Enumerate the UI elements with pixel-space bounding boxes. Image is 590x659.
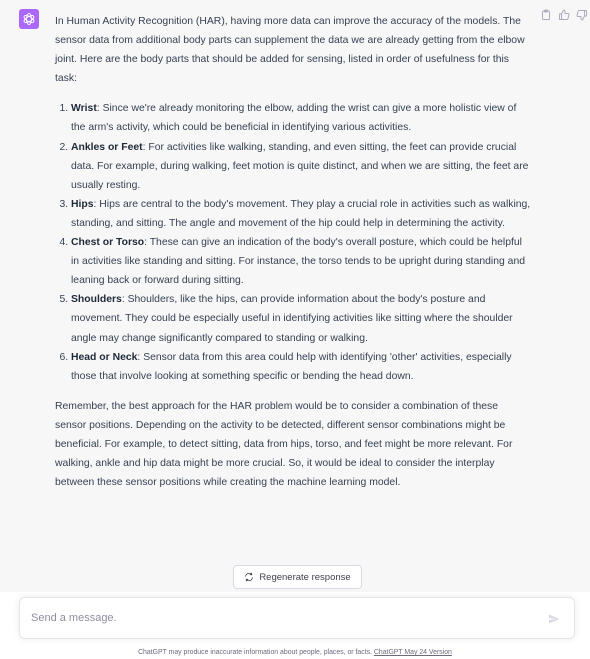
list-item-text: : Shoulders, like the hips, can provide … [71, 294, 513, 344]
footer-disclaimer: ChatGPT may produce inaccurate informati… [0, 649, 590, 656]
regenerate-label: Regenerate response [259, 571, 351, 583]
list-item-title: Ankles or Feet [71, 141, 143, 153]
send-button[interactable] [546, 611, 562, 627]
version-link[interactable]: ChatGPT May 24 Version [374, 649, 452, 656]
list-item: Wrist: Since we're already monitoring th… [71, 99, 532, 137]
clipboard-icon[interactable] [540, 9, 552, 21]
list-item: Hips: Hips are central to the body's mov… [71, 195, 532, 233]
list-item-text: : Sensor data from this area could help … [71, 351, 512, 382]
refresh-icon [245, 572, 254, 582]
list-item: Shoulders: Shoulders, like the hips, can… [71, 290, 532, 347]
thumbs-up-icon[interactable] [558, 9, 570, 21]
list-item: Ankles or Feet: For activities like walk… [71, 138, 532, 195]
list-item: Head or Neck: Sensor data from this area… [71, 348, 532, 386]
conclusion-paragraph: Remember, the best approach for the HAR … [55, 400, 513, 489]
intro-paragraph: In Human Activity Recognition (HAR), hav… [55, 16, 525, 85]
list-item-title: Wrist [71, 103, 97, 115]
disclaimer-text: ChatGPT may produce inaccurate informati… [138, 649, 374, 656]
assistant-message: In Human Activity Recognition (HAR), hav… [0, 0, 590, 592]
list-item-text: : Since we're already monitoring the elb… [71, 103, 517, 134]
regenerate-button[interactable]: Regenerate response [233, 565, 362, 589]
list-item-title: Shoulders [71, 294, 122, 306]
message-composer [19, 597, 575, 639]
list-item-title: Head or Neck [71, 351, 138, 363]
list-item: Chest or Torso: These can give an indica… [71, 233, 532, 290]
list-item-title: Hips [71, 198, 94, 210]
message-content: In Human Activity Recognition (HAR), hav… [55, 12, 532, 492]
paper-plane-icon [549, 614, 560, 624]
list-item-text: : Hips are central to the body's movemen… [71, 198, 531, 229]
thumbs-down-icon[interactable] [576, 9, 588, 21]
message-actions [540, 9, 588, 21]
list-item-title: Chest or Torso [71, 237, 145, 249]
message-input[interactable] [31, 608, 531, 628]
body-parts-list: Wrist: Since we're already monitoring th… [55, 99, 532, 385]
openai-logo-icon [19, 9, 39, 29]
